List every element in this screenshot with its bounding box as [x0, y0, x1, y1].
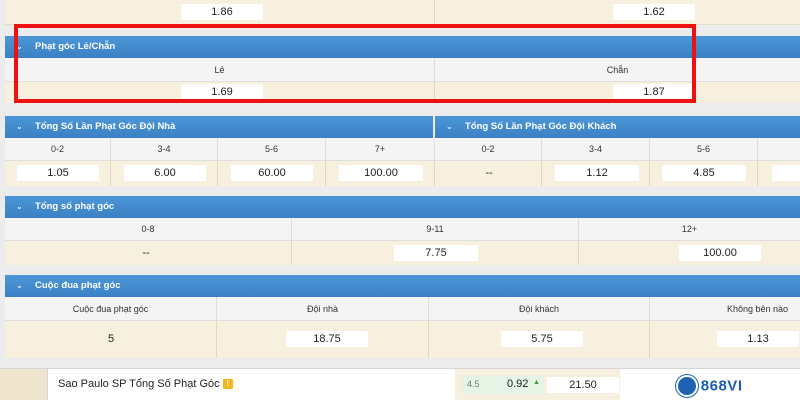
odds-button[interactable]: 100.00 [679, 245, 761, 261]
odds-button[interactable]: 60.00 [231, 165, 313, 181]
section-title: Tổng Số Lần Phạt Góc Đội Nhà [35, 121, 176, 132]
logo-text: 868VI [700, 377, 743, 395]
total-corners-header[interactable]: ⌄ Tổng số phạt góc [5, 196, 800, 218]
odds-button-truncated[interactable] [772, 165, 800, 181]
odds-cell: 7.75 [292, 241, 579, 265]
odds-button[interactable]: 21.50 [547, 377, 619, 393]
odds-cell: 1.05 [5, 161, 111, 186]
chevron-down-icon: ⌄ [16, 122, 23, 131]
odds-cell: 1.12 [542, 161, 650, 186]
odds-cell: -- [5, 241, 292, 265]
row-left-gutter [0, 369, 48, 400]
odds-button[interactable]: 4.85 [662, 165, 746, 181]
odds-button[interactable]: 7.75 [394, 245, 478, 261]
label-home-5-6: 5-6 [218, 138, 326, 160]
odds-cell: 5 [5, 321, 217, 358]
total-corners-labels: 0-8 9-11 12+ [5, 218, 800, 241]
race-number: 5 [107, 333, 115, 345]
highlight-frame [14, 24, 696, 103]
odds-button[interactable]: 1.62 [613, 4, 695, 20]
label-0-8: 0-8 [5, 218, 292, 240]
home-corners-header[interactable]: ⌄ Tổng Số Lần Phạt Góc Đội Nhà [5, 116, 433, 138]
odds-cell: 1.86 [5, 0, 435, 25]
odds-button[interactable]: 1.12 [555, 165, 639, 181]
match-title-cell[interactable]: Sao Paulo SP Tổng Số Phạt Góc! [58, 378, 233, 390]
odds-button[interactable]: 1.86 [181, 4, 263, 20]
label-away-truncated [758, 138, 800, 160]
label-away-5-6: 5-6 [650, 138, 758, 160]
corner-race-odds: 5 18.75 5.75 1.13 [5, 321, 800, 358]
total-corners-odds: -- 7.75 100.00 [5, 241, 800, 265]
odds-value: -- [485, 167, 493, 179]
odds-button[interactable]: 100.00 [339, 165, 423, 181]
handicap-value: 4.5 [467, 379, 480, 389]
odds-cell: 4.85 [650, 161, 758, 186]
section-title: Cuộc đua phạt góc [35, 280, 121, 291]
home-away-labels: 0-2 3-4 5-6 7+ 0-2 3-4 5-6 [5, 138, 800, 161]
section-title: Tổng Số Lần Phạt Góc Đội Khách [465, 121, 617, 132]
label-9-11: 9-11 [292, 218, 579, 240]
odds-cell: 60.00 [218, 161, 326, 186]
label-away-3-4: 3-4 [542, 138, 650, 160]
home-away-odds: 1.05 6.00 60.00 100.00 -- 1.12 4.85 [5, 161, 800, 186]
previous-market-odds-row: 1.86 1.62 [5, 0, 800, 25]
away-corners-header[interactable]: ⌄ Tổng Số Lần Phạt Góc Đội Khách [435, 116, 800, 138]
odds-cell: 6.00 [111, 161, 218, 186]
corner-race-header[interactable]: ⌄ Cuộc đua phạt góc [5, 275, 800, 297]
label-home-0-2: 0-2 [5, 138, 111, 160]
label-away: Đội khách [429, 297, 650, 320]
section-title: Tổng số phạt góc [35, 201, 115, 212]
lion-shield-icon [676, 375, 698, 397]
odds-cell: 18.75 [217, 321, 429, 358]
odds-cell: 100.00 [579, 241, 800, 265]
odds-button[interactable]: 5.75 [501, 331, 583, 347]
odds-cell: 1.13 [650, 321, 800, 358]
odds-button[interactable]: 1.13 [717, 331, 799, 347]
label-home-7plus: 7+ [326, 138, 435, 160]
match-row: Sao Paulo SP Tổng Số Phạt Góc! 4.5 0.92 … [0, 368, 800, 400]
odds-cell: 1.62 [435, 0, 800, 25]
odds-button[interactable]: 6.00 [124, 165, 206, 181]
odds-button[interactable]: 1.05 [17, 165, 99, 181]
odds-cell: -- [435, 161, 542, 186]
odds-button[interactable]: 18.75 [286, 331, 368, 347]
chevron-down-icon: ⌄ [16, 281, 23, 290]
chevron-down-icon: ⌄ [16, 202, 23, 211]
odds-cell: 5.75 [429, 321, 650, 358]
label-12plus: 12+ [681, 224, 698, 234]
label-home: Đội nhà [217, 297, 429, 320]
label-home-3-4: 3-4 [111, 138, 218, 160]
odds-value: -- [142, 247, 150, 259]
match-title: Sao Paulo SP Tổng Số Phạt Góc [58, 378, 220, 390]
odds-a-value: 0.92 [507, 378, 529, 390]
warning-icon: ! [222, 379, 233, 389]
up-arrow-icon: ▲ [533, 379, 540, 386]
odds-cell: 100.00 [326, 161, 435, 186]
brand-logo: 868VI [676, 375, 798, 397]
odds-cell [758, 161, 800, 186]
chevron-down-icon: ⌄ [446, 122, 453, 131]
corner-race-labels: Cuộc đua phạt góc Đội nhà Đội khách Khôn… [5, 297, 800, 321]
label-neither: Không bên nào [726, 303, 788, 314]
label-away-0-2: 0-2 [435, 138, 542, 160]
label-race: Cuộc đua phạt góc [5, 297, 217, 320]
